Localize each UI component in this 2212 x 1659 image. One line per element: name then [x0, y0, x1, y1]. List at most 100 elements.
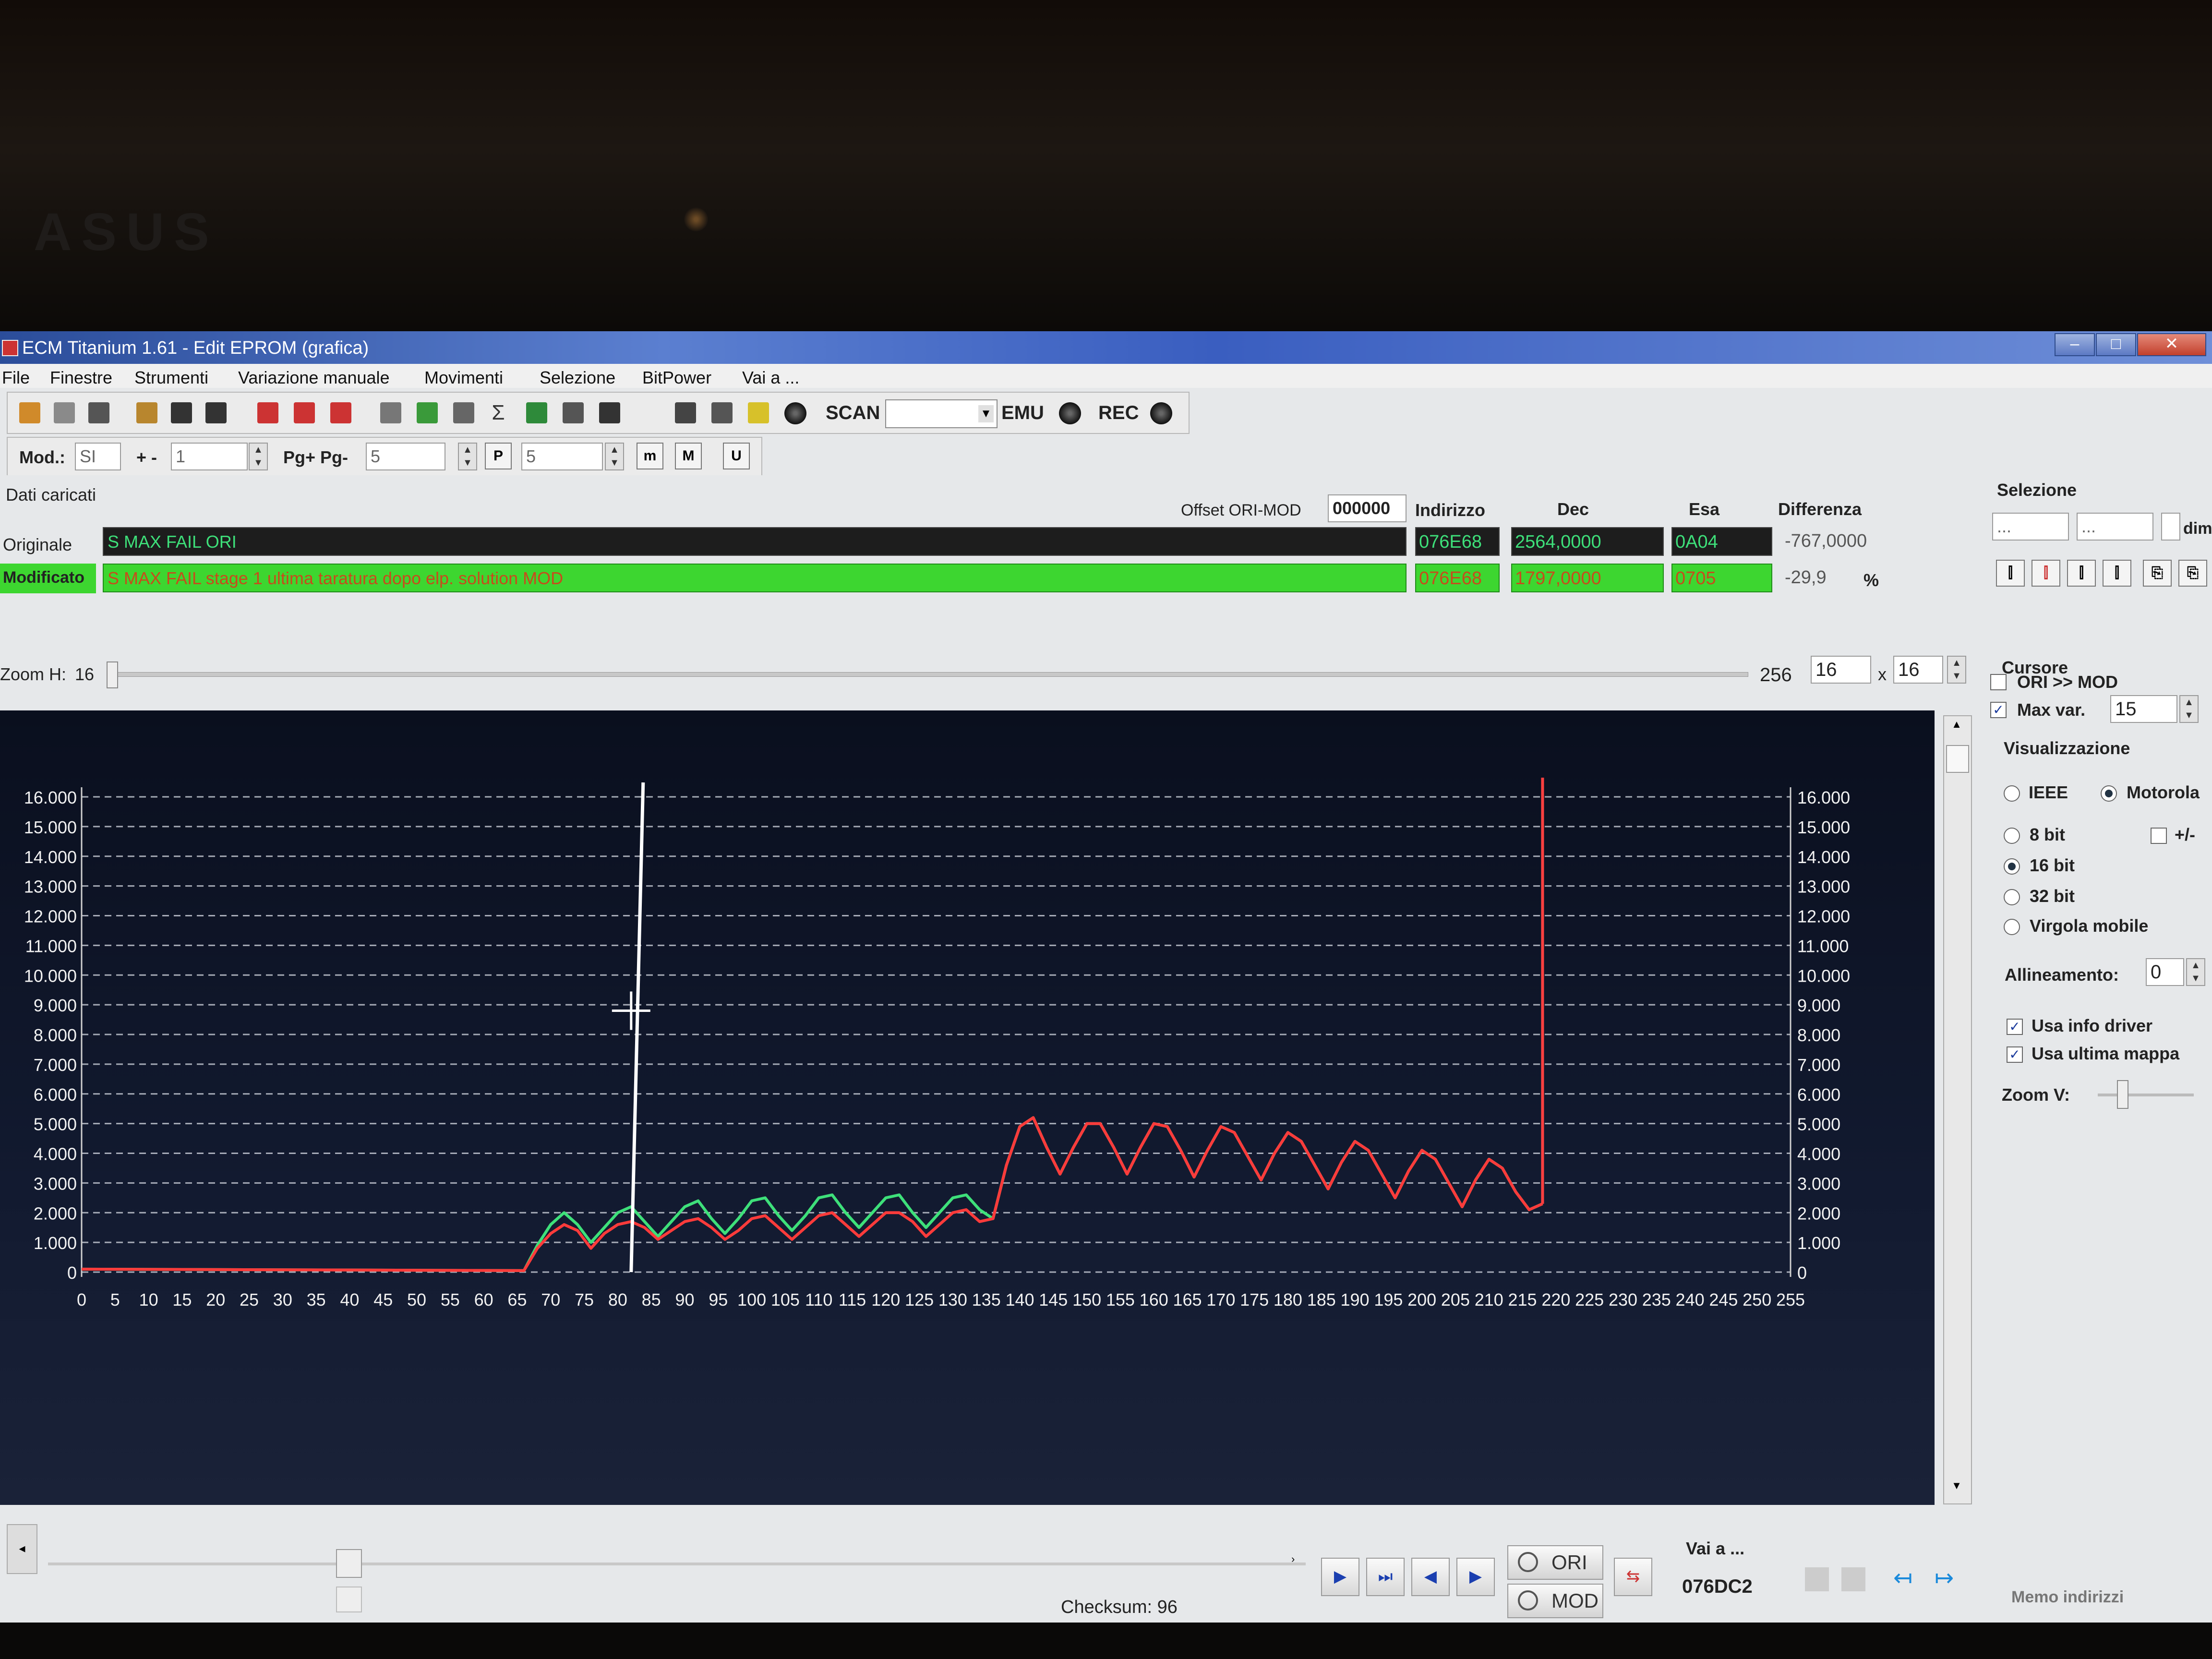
allineamento-field[interactable]: 0 — [2146, 958, 2184, 986]
m-lower-icon[interactable]: m — [637, 443, 663, 469]
menu-strumenti[interactable]: Strumenti — [134, 368, 208, 388]
save-as-icon[interactable] — [205, 402, 227, 423]
chevron-down-icon[interactable]: ▼ — [978, 405, 994, 422]
menu-file[interactable]: File — [2, 368, 30, 388]
scan-label[interactable]: SCAN — [826, 402, 880, 424]
map-graph[interactable]: 16.000 15.000 14.000 13.000 12.000 11.000 10.0… — [0, 710, 1935, 1505]
max-var-field[interactable]: 15 — [2110, 695, 2177, 723]
compare-icon[interactable] — [294, 402, 315, 423]
select-clear-icon[interactable]: ⫿ — [2032, 560, 2060, 587]
ieee-radio[interactable] — [2004, 785, 2020, 802]
save-icon[interactable] — [171, 402, 192, 423]
swap-icon[interactable]: ⇆ — [1614, 1558, 1652, 1596]
edit-icon[interactable] — [257, 402, 278, 423]
zoom-v-slider[interactable] — [2117, 1080, 2128, 1109]
usa-ultima-checkbox[interactable]: ✓ — [2007, 1046, 2023, 1063]
8bit-radio[interactable] — [2004, 828, 2020, 844]
selection-extra-field[interactable] — [2161, 513, 2180, 541]
menu-movimenti[interactable]: Movimenti — [424, 368, 503, 388]
copy-icon[interactable]: ⎘ — [2143, 560, 2172, 587]
panel-icon[interactable] — [88, 402, 109, 423]
flag-icon[interactable] — [526, 402, 547, 423]
select-end-icon[interactable]: ⫿ — [2103, 560, 2131, 587]
binoculars-icon[interactable] — [599, 402, 620, 423]
run-icon[interactable] — [748, 402, 769, 423]
print-icon[interactable] — [675, 402, 696, 423]
original-file-name[interactable]: S MAX FAIL ORI — [103, 527, 1407, 556]
virgola-radio[interactable] — [2004, 919, 2020, 935]
skip-forward-icon[interactable]: ⏭ — [1366, 1558, 1405, 1596]
menu-finestre[interactable]: Finestre — [50, 368, 112, 388]
play-icon[interactable]: ▶ — [1321, 1558, 1359, 1596]
grid-spinner[interactable]: ▲ ▼ — [1947, 656, 1966, 684]
allineamento-spinner[interactable]: ▲ ▼ — [2186, 958, 2205, 986]
grid-x-field[interactable]: 16 — [1811, 656, 1871, 684]
hscroll-right-icon[interactable]: › — [1291, 1553, 1303, 1567]
mod-field[interactable]: SI — [75, 443, 121, 470]
32bit-radio[interactable] — [2004, 889, 2020, 905]
windows-icon[interactable] — [54, 402, 75, 423]
max-var-checkbox[interactable]: ✓ — [1990, 702, 2007, 718]
select-range-icon[interactable]: ⫿ — [2067, 560, 2096, 587]
scan-select[interactable]: ▼ — [885, 399, 998, 428]
selection-end-field[interactable]: ... — [2077, 513, 2153, 541]
modified-file-name[interactable]: S MAX FAIL stage 1 ultima taratura dopo … — [103, 564, 1407, 592]
step-field[interactable]: 1 — [171, 443, 248, 470]
grid-view-icon[interactable] — [1805, 1567, 1829, 1591]
hscroll-thumb[interactable] — [336, 1549, 362, 1578]
rec-label[interactable]: REC — [1098, 402, 1139, 424]
list-icon[interactable] — [563, 402, 584, 423]
graph-vertical-scrollbar[interactable]: ▲ ▼ — [1943, 715, 1972, 1504]
m-upper-icon[interactable]: M — [675, 443, 702, 469]
max-var-spinner[interactable]: ▲ ▼ — [2179, 695, 2199, 723]
hscroll-track[interactable] — [48, 1563, 1306, 1565]
maximize-button[interactable]: □ — [2096, 333, 2136, 356]
close-button[interactable]: ✕ — [2137, 333, 2206, 356]
lock-icon[interactable] — [711, 402, 733, 423]
grid-y-field[interactable]: 16 — [1893, 656, 1943, 684]
zoom-h-track[interactable] — [115, 672, 1748, 677]
zoom-v-track[interactable] — [2098, 1094, 2194, 1096]
table-icon[interactable] — [330, 402, 351, 423]
16bit-radio[interactable] — [2004, 858, 2020, 875]
motorola-radio[interactable] — [2101, 785, 2117, 802]
open-folder-icon[interactable] — [136, 402, 157, 423]
page-icon[interactable]: P — [485, 443, 512, 469]
calculator-icon[interactable] — [417, 402, 438, 423]
step-forward-icon[interactable]: ▶ — [1456, 1558, 1495, 1596]
hscroll2-thumb[interactable] — [336, 1587, 362, 1612]
scroll-thumb[interactable] — [1946, 745, 1969, 773]
minimize-button[interactable]: – — [2055, 333, 2095, 356]
vai-a-value[interactable]: 076DC2 — [1682, 1576, 1753, 1598]
menu-selezione[interactable]: Selezione — [540, 368, 615, 388]
step-spinner[interactable]: ▲ ▼ — [249, 443, 268, 470]
zoom-h-slider[interactable] — [107, 661, 118, 688]
memo-right-icon[interactable]: ↦ — [1935, 1564, 1963, 1593]
document-icon[interactable] — [380, 402, 401, 423]
signed-checkbox[interactable] — [2151, 828, 2167, 844]
memo-left-icon[interactable]: ↤ — [1893, 1564, 1922, 1593]
chart-tool-icon[interactable] — [453, 402, 474, 423]
usa-info-checkbox[interactable]: ✓ — [2007, 1019, 2023, 1035]
u-icon[interactable]: U — [723, 443, 750, 469]
paste-icon[interactable]: ⎘ — [2178, 560, 2207, 587]
page-step-spinner[interactable]: ▲ ▼ — [458, 443, 477, 470]
home-icon[interactable] — [19, 402, 40, 423]
scroll-down-icon[interactable]: ▼ — [1947, 1479, 1966, 1499]
hscroll-left-icon[interactable]: ◂ — [7, 1524, 37, 1574]
map-graph-svg[interactable]: 16.000 15.000 14.000 13.000 12.000 11.000 10.0… — [0, 710, 1935, 1505]
scroll-up-icon[interactable]: ▲ — [1947, 718, 1966, 737]
list-view-icon[interactable] — [1841, 1567, 1865, 1591]
page-field[interactable]: 5 — [521, 443, 603, 470]
offset-field[interactable]: 000000 — [1328, 494, 1407, 522]
select-start-icon[interactable]: ⫿ — [1996, 560, 2025, 587]
ori-mod-checkbox[interactable] — [1990, 674, 2007, 690]
sigma-icon[interactable]: Σ — [488, 402, 509, 423]
page-spinner[interactable]: ▲ ▼ — [605, 443, 624, 470]
menu-vai-a[interactable]: Vai a ... — [742, 368, 799, 388]
menu-variazione-manuale[interactable]: Variazione manuale — [238, 368, 390, 388]
menu-bitpower[interactable]: BitPower — [642, 368, 711, 388]
page-step-field[interactable]: 5 — [366, 443, 445, 470]
selection-start-field[interactable]: ... — [1992, 513, 2069, 541]
emu-label[interactable]: EMU — [1001, 402, 1044, 424]
